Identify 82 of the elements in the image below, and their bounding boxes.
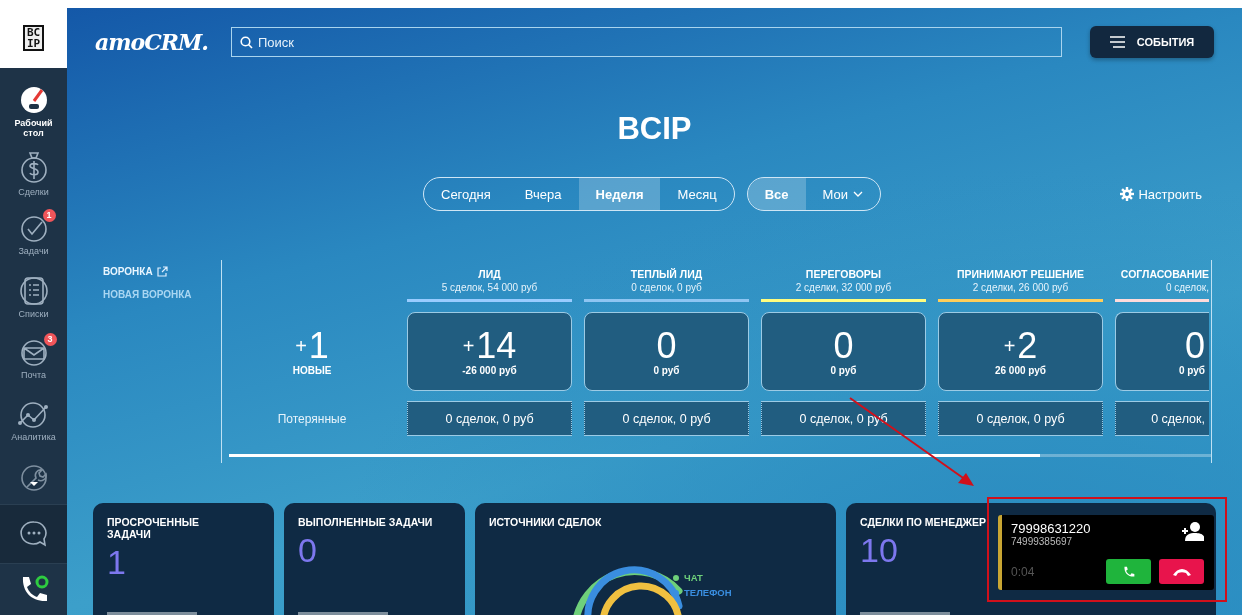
legend-label: ТЕЛЕФОН	[684, 587, 732, 598]
external-link-icon	[156, 266, 168, 277]
stage-name: ЛИД	[478, 268, 501, 280]
stage-name: ПЕРЕГОВОРЫ	[805, 268, 882, 280]
stage-count: 0	[656, 327, 677, 365]
period-tab[interactable]: Вчера	[507, 178, 579, 210]
stage-count: +14	[462, 327, 517, 365]
decline-call-button[interactable]	[1159, 559, 1204, 584]
new-leads-label: НОВЫЕ	[292, 365, 332, 376]
stage-summary: 2 сделки, 32 000 руб	[795, 282, 892, 293]
stage-amount: 26 000 руб	[994, 365, 1047, 376]
wrench-icon[interactable]	[18, 463, 49, 493]
nav-item[interactable]: Рабочий стол	[0, 80, 67, 142]
widget-card[interactable]: ИСТОЧНИКИ СДЕЛОК ЧАТ ТЕЛЕФОН	[475, 503, 836, 615]
widget-value: 1	[107, 542, 126, 582]
stage-name: ПРИНИМАЮТ РЕШЕНИЕ	[956, 268, 1085, 280]
widget-value: 0	[298, 530, 317, 570]
stage-summary: 0 сделок,	[1165, 282, 1209, 293]
stage-count-card[interactable]: +14 -26 000 руб	[407, 312, 572, 391]
company-logo[interactable]: BC IP	[0, 8, 67, 68]
stage-count: 0	[1184, 327, 1205, 365]
stage-amount: 0 руб	[830, 365, 857, 376]
nav-item[interactable]: 1 Задачи	[0, 204, 67, 266]
widget-card[interactable]: ПРОСРОЧЕННЫЕ ЗАДАЧИ 1	[93, 503, 274, 615]
search-field[interactable]: Поиск	[231, 27, 1062, 57]
stage-name: ТЕПЛЫЙ ЛИД	[630, 268, 703, 280]
widget-value: 10	[860, 530, 898, 570]
nav-item[interactable]: Аналитика	[0, 390, 67, 452]
call-duration: 0:04	[1011, 564, 1035, 579]
add-contact-icon[interactable]	[1180, 521, 1204, 541]
stage-amount: 0 руб	[653, 365, 680, 376]
stage-summary: 5 сделок, 54 000 руб	[441, 282, 538, 293]
period-tab[interactable]: Месяц	[660, 178, 734, 210]
logo-text: BC	[26, 27, 41, 38]
legend-label: ЧАТ	[684, 572, 703, 583]
nav-item[interactable]: Списки	[0, 266, 67, 328]
stage-count-card[interactable]: +2 26 000 руб	[938, 312, 1103, 391]
menu-icon	[1109, 36, 1125, 48]
lost-deals-box[interactable]: 0 сделок, 0 руб	[584, 401, 749, 436]
stage-amount: 0 руб	[1178, 365, 1205, 376]
logo-text: IP	[26, 38, 41, 49]
hang-up-icon	[1171, 566, 1192, 577]
stage-count-card[interactable]: 0 0 руб	[584, 312, 749, 391]
owner-tab[interactable]: Мои	[805, 178, 880, 210]
lost-deals-box[interactable]: 0 сделок, 0 руб	[407, 401, 572, 436]
page-title: BCIP	[616, 110, 693, 148]
chat-icon[interactable]	[18, 519, 49, 549]
checkmark-icon	[19, 214, 48, 243]
widget-title: ВЫПОЛНЕННЫЕ ЗАДАЧИ	[298, 516, 434, 528]
pipeline-link[interactable]: ВОРОНКА	[103, 266, 221, 277]
search-icon	[240, 36, 253, 49]
widget-title: ИСТОЧНИКИ СДЕЛОК	[489, 516, 603, 528]
line-number: 74999385697	[1011, 536, 1074, 547]
stage-count-card[interactable]: 0 0 руб	[1115, 312, 1209, 391]
stage-count: 0	[833, 327, 854, 365]
new-leads-count: +1	[295, 327, 329, 365]
gear-icon	[1120, 187, 1135, 201]
widget-title: ПРОСРОЧЕННЫЕ ЗАДАЧИ	[107, 516, 201, 540]
line-chart-icon	[16, 400, 51, 429]
stage-name: СОГЛАСОВАНИЕ	[1120, 268, 1209, 280]
notification-badge: 1	[42, 208, 56, 222]
stage-count: +2	[1003, 327, 1038, 365]
nav-item[interactable]: Сделки	[0, 142, 67, 204]
stage-summary: 2 сделки, 26 000 руб	[972, 282, 1069, 293]
caller-number: 79998631220	[1011, 521, 1091, 536]
stage-amount: -26 000 руб	[462, 365, 517, 376]
events-button[interactable]: СОБЫТИЯ	[1090, 26, 1214, 58]
lost-label: Потерянные	[276, 410, 348, 428]
stage-summary: 0 сделок, 0 руб	[631, 282, 702, 293]
widget-card[interactable]: ВЫПОЛНЕННЫЕ ЗАДАЧИ 0	[284, 503, 465, 615]
stage-count-card[interactable]: 0 0 руб	[761, 312, 926, 391]
notification-badge: 3	[43, 332, 57, 346]
lost-deals-box[interactable]: 0 сделок, 0 руб	[938, 401, 1103, 436]
period-tab[interactable]: Сегодня	[424, 178, 508, 210]
envelope-icon	[18, 338, 49, 367]
nav-item[interactable]: 3 Почта	[0, 328, 67, 390]
lost-deals-box[interactable]: 0 сделок,	[1115, 401, 1209, 436]
dollar-bag-icon	[18, 149, 49, 184]
speedometer-icon	[18, 84, 49, 115]
widget-title: СДЕЛКИ ПО МЕНЕДЖЕР	[860, 516, 988, 528]
app-logo[interactable]: amoCRM.	[95, 29, 231, 55]
list-icon	[19, 275, 48, 306]
